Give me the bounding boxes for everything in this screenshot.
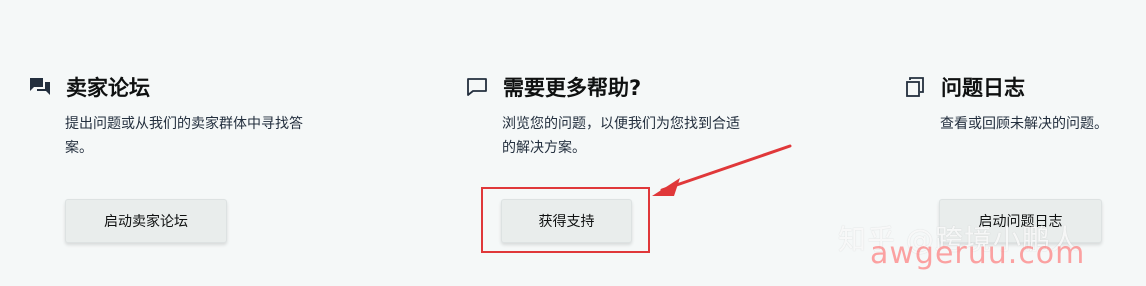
red-arrow-annotation xyxy=(652,144,792,196)
seller-forum-header: 卖家论坛 xyxy=(28,70,318,104)
case-log-section: 问题日志 查看或回顾未解决的问题。 xyxy=(903,70,1146,136)
launch-seller-forum-button[interactable]: 启动卖家论坛 xyxy=(65,199,227,243)
case-log-title: 问题日志 xyxy=(941,76,1025,100)
copy-pages-icon xyxy=(903,75,927,99)
launch-case-log-button[interactable]: 启动问题日志 xyxy=(939,199,1102,243)
seller-forum-section: 卖家论坛 提出问题或从我们的卖家群体中寻找答案。 xyxy=(28,70,318,160)
case-log-description: 查看或回顾未解决的问题。 xyxy=(940,116,1108,132)
need-help-header: 需要更多帮助? xyxy=(465,70,755,104)
need-help-title: 需要更多帮助? xyxy=(503,76,642,100)
get-support-button[interactable]: 获得支持 xyxy=(501,199,632,243)
seller-forum-description: 提出问题或从我们的卖家群体中寻找答案。 xyxy=(65,116,303,156)
speech-bubble-icon xyxy=(465,75,489,99)
seller-forum-title: 卖家论坛 xyxy=(66,76,150,100)
chat-bubbles-icon xyxy=(28,75,52,99)
case-log-header: 问题日志 xyxy=(903,70,1146,104)
